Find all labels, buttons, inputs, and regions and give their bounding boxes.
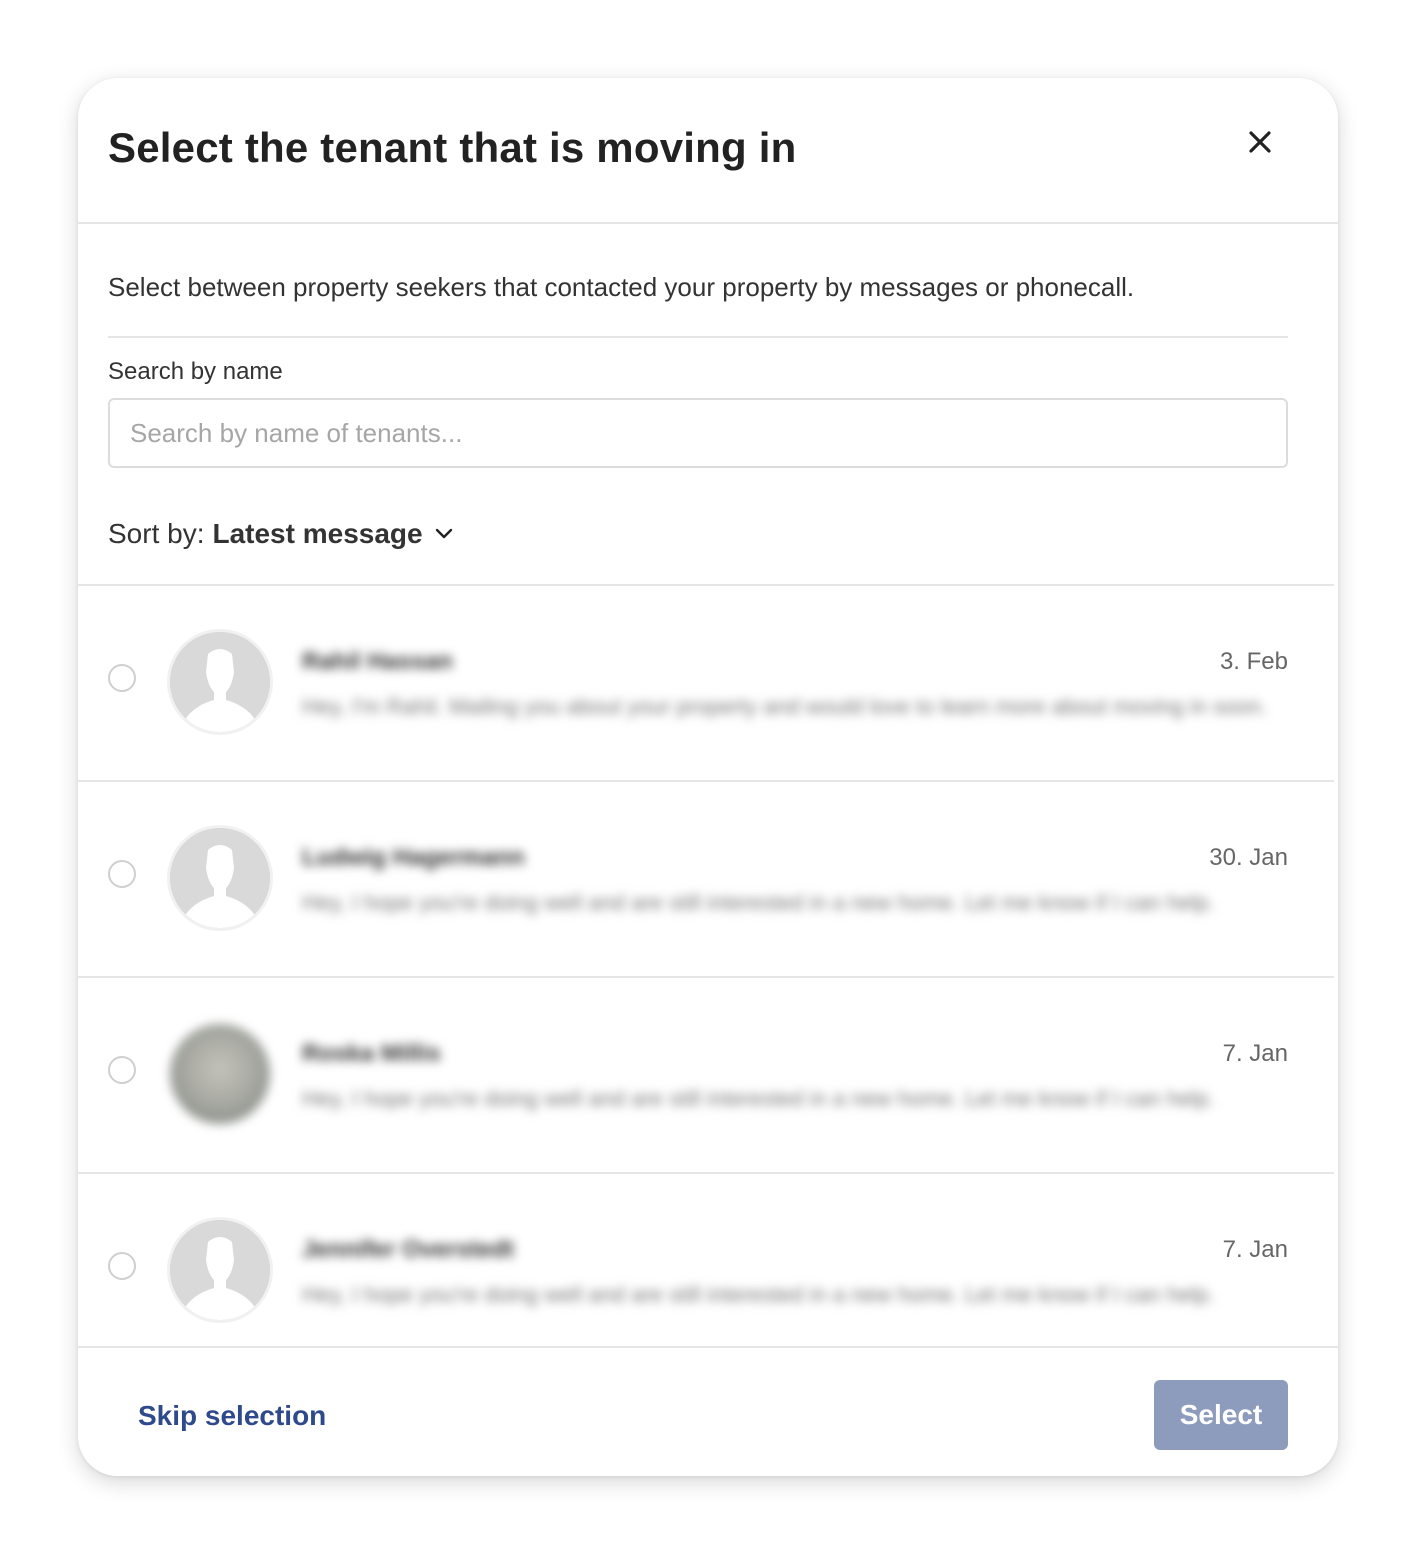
tenant-message-preview: Hey, I'm Rahil. Mailing you about your p… <box>302 694 1267 719</box>
tenant-row[interactable]: Rahil Hassan Hey, I'm Rahil. Mailing you… <box>78 586 1334 782</box>
tenant-row[interactable]: Jennifer Overstedt Hey, I hope you're do… <box>78 1174 1334 1346</box>
tenant-name: Roska Millis <box>302 1040 441 1067</box>
chevron-down-icon <box>435 528 452 539</box>
tenant-date: 30. Jan <box>1209 844 1288 871</box>
sort-label: Sort by: <box>108 518 205 549</box>
close-button[interactable] <box>1240 122 1280 162</box>
tenant-date: 7. Jan <box>1222 1040 1288 1067</box>
default-avatar-icon <box>170 1220 270 1320</box>
tenant-radio[interactable] <box>108 1056 136 1084</box>
divider <box>108 336 1288 338</box>
tenant-list: Rahil Hassan Hey, I'm Rahil. Mailing you… <box>78 584 1334 1346</box>
tenant-row[interactable]: Roska Millis Hey, I hope you're doing we… <box>78 978 1334 1174</box>
dialog-title: Select the tenant that is moving in <box>108 124 797 171</box>
tenant-message-preview: Hey, I hope you're doing well and are st… <box>302 1086 1215 1111</box>
tenant-select-dialog: Select the tenant that is moving in Sele… <box>78 78 1338 1476</box>
tenant-radio[interactable] <box>108 860 136 888</box>
skip-selection-link[interactable]: Skip selection <box>138 1400 326 1432</box>
photo-avatar <box>170 1024 270 1124</box>
dialog-intro-text: Select between property seekers that con… <box>108 272 1135 302</box>
tenant-radio[interactable] <box>108 1252 136 1280</box>
default-avatar-icon <box>170 828 270 928</box>
sort-dropdown[interactable]: Sort by: Latest message <box>108 518 455 550</box>
tenant-radio[interactable] <box>108 664 136 692</box>
close-icon <box>1249 131 1271 153</box>
dialog-header: Select the tenant that is moving in <box>78 78 1338 224</box>
tenant-message-preview: Hey, I hope you're doing well and are st… <box>302 890 1215 915</box>
search-label: Search by name <box>108 358 283 385</box>
search-input[interactable] <box>108 398 1288 468</box>
default-avatar-icon <box>170 632 270 732</box>
sort-value: Latest message <box>212 518 423 549</box>
tenant-message-preview: Hey, I hope you're doing well and are st… <box>302 1282 1215 1307</box>
dialog-footer: Skip selection Select <box>78 1346 1338 1476</box>
tenant-date: 3. Feb <box>1219 648 1288 675</box>
tenant-date: 7. Jan <box>1222 1236 1288 1263</box>
tenant-row[interactable]: Ludwig Hagermann Hey, I hope you're doin… <box>78 782 1334 978</box>
tenant-name: Jennifer Overstedt <box>302 1236 515 1263</box>
tenant-name: Ludwig Hagermann <box>302 844 525 871</box>
tenant-name: Rahil Hassan <box>302 648 453 675</box>
select-button[interactable]: Select <box>1154 1380 1288 1450</box>
